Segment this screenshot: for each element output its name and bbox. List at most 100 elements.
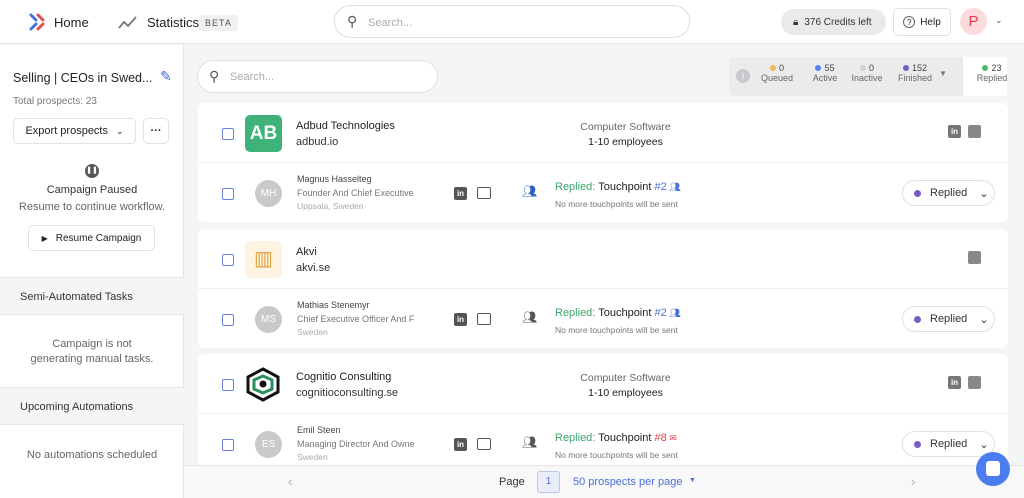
export-prospects-button[interactable]: Export prospects ⌄ xyxy=(13,118,136,144)
company-row: AB Adbud Technologies adbud.io Computer Sof… xyxy=(198,103,1008,163)
linkedin-icon[interactable]: in xyxy=(948,125,961,138)
linkedin-icon[interactable]: in xyxy=(454,313,467,326)
prospect-avatar: MH xyxy=(255,180,282,207)
company-card: AB Adbud Technologies adbud.io Computer Sof… xyxy=(198,103,1008,222)
touchpoint-status: Replied: Touchpoint #8 ✉ xyxy=(555,432,677,444)
prospect-location: Sweden xyxy=(297,327,328,337)
status-filter-replied[interactable]: 23 Replied xyxy=(974,63,1010,83)
prev-page-icon[interactable]: ‹ xyxy=(288,474,292,489)
company-logo: AB xyxy=(245,115,282,152)
caret-down-icon[interactable]: ▼ xyxy=(939,69,947,78)
company-checkbox[interactable] xyxy=(222,128,234,140)
status-count: 23 xyxy=(974,63,1010,73)
user-avatar[interactable]: P xyxy=(960,8,987,35)
status-dot-icon xyxy=(914,440,921,448)
resume-campaign-button[interactable]: ▶ Resume Campaign xyxy=(28,225,155,251)
touchpoint-number: #8 xyxy=(654,432,667,444)
credits-badge[interactable]: 🔒︎ 376 Credits left xyxy=(781,9,886,35)
linkedin-icon[interactable]: in xyxy=(454,438,467,451)
queued-dot-icon xyxy=(769,65,776,71)
caret-down-icon[interactable]: ▼ xyxy=(689,477,696,484)
prospect-row: MS Mathias Stenemyr Chief Executive Office… xyxy=(198,290,1008,348)
nav-home[interactable]: Home xyxy=(54,15,89,30)
prospect-checkbox[interactable] xyxy=(222,439,234,451)
search-icon: ⚲ xyxy=(347,13,358,29)
prospect-checkbox[interactable] xyxy=(222,188,234,200)
prospect-name[interactable]: Emil Steen xyxy=(297,425,341,435)
prospect-checkbox[interactable] xyxy=(222,314,234,326)
company-name: Adbud Technologies xyxy=(296,120,395,132)
company-checkbox[interactable] xyxy=(222,254,234,266)
chevron-down-icon[interactable]: ⌄ xyxy=(995,15,1003,26)
company-checkbox[interactable] xyxy=(222,379,234,391)
info-icon[interactable]: i xyxy=(736,69,750,83)
next-page-icon[interactable]: › xyxy=(911,474,915,489)
prospect-avatar: MS xyxy=(255,306,282,333)
email-icon[interactable] xyxy=(477,187,491,199)
campaign-sidebar: Selling | CEOs in Swed... ✎ Total prospe… xyxy=(0,45,184,498)
linkedin-icon[interactable]: in xyxy=(948,376,961,389)
prospect-status-dropdown[interactable]: Replied ⌄ xyxy=(902,306,995,332)
semi-tasks-message: Campaign is not xyxy=(52,338,132,350)
replied-label: Replied: xyxy=(555,181,596,193)
status-filter-queued[interactable]: 0 Queued xyxy=(759,63,795,83)
prospect-location: Uppsala, Sweden xyxy=(297,201,364,211)
finished-dot-icon xyxy=(902,65,909,71)
status-filter-finished[interactable]: 152 Finished xyxy=(893,63,937,83)
pause-icon: ❚❚ xyxy=(85,164,99,178)
status-label: Replied xyxy=(930,438,968,450)
people-icon: 👥︎ xyxy=(522,310,538,324)
prospect-status-dropdown[interactable]: Replied ⌄ xyxy=(902,431,995,457)
global-search-input[interactable]: ⚲ Search... xyxy=(334,5,690,38)
status-filter-bar: i 0 Queued 55 Active 0 Inactive 152 Finished 23 R… xyxy=(729,57,1007,96)
page-number-input[interactable]: 1 xyxy=(537,471,560,493)
company-domain[interactable]: akvi.se xyxy=(296,262,330,274)
more-options-button[interactable]: ··· xyxy=(143,118,169,144)
status-count: 152 xyxy=(893,63,937,73)
status-filter-inactive[interactable]: 0 Inactive xyxy=(849,63,885,83)
help-button[interactable]: ? Help xyxy=(893,8,951,36)
status-label: Inactive xyxy=(851,73,883,83)
status-count: 0 xyxy=(759,63,795,73)
per-page-select[interactable]: 50 prospects per page xyxy=(573,476,682,488)
status-count: 0 xyxy=(849,63,885,73)
status-count: 55 xyxy=(807,63,843,73)
prospect-name[interactable]: Mathias Stenemyr xyxy=(297,300,370,310)
nav-statistics[interactable]: Statistics xyxy=(147,15,199,30)
prospect-status-dropdown[interactable]: Replied ⌄ xyxy=(902,180,995,206)
touchpoint-note: No more touchpoints will be sent xyxy=(555,199,678,209)
chevron-down-icon: ⌄ xyxy=(979,313,989,326)
replied-label: Replied: xyxy=(555,432,596,444)
status-count-value: 152 xyxy=(911,63,928,73)
chat-icon xyxy=(986,461,1000,476)
chat-launcher-button[interactable] xyxy=(976,452,1010,486)
company-domain[interactable]: cognitioconsulting.se xyxy=(296,387,398,399)
company-name: Akvi xyxy=(296,246,317,258)
prospect-title: Managing Director And Owne xyxy=(297,439,415,449)
company-card: Cognitio Consulting cognitioconsulting.se… xyxy=(198,354,1008,474)
touchpoint-label: Touchpoint xyxy=(598,181,652,193)
company-industry: Computer Software xyxy=(580,372,671,384)
company-name: Cognitio Consulting xyxy=(296,371,392,383)
linkedin-icon[interactable]: in xyxy=(454,187,467,200)
people-icon: 👥︎ xyxy=(522,435,538,449)
people-icon: 👥︎ xyxy=(666,308,681,318)
touchpoint-status: Replied: Touchpoint #2 👥︎ xyxy=(555,181,681,193)
prospect-name[interactable]: Magnus Hasselteg xyxy=(297,174,372,184)
prospect-avatar: ES xyxy=(255,431,282,458)
prospect-title: Founder And Chief Executive xyxy=(297,188,414,198)
company-website-icon[interactable] xyxy=(968,125,981,138)
email-icon[interactable] xyxy=(477,313,491,325)
status-filter-active[interactable]: 55 Active xyxy=(807,63,843,83)
app-logo-icon[interactable] xyxy=(28,12,46,35)
status-label: Replied xyxy=(930,187,968,199)
people-icon: 👥︎ xyxy=(522,184,538,198)
company-website-icon[interactable] xyxy=(968,376,981,389)
email-icon[interactable] xyxy=(477,438,491,450)
company-row: ▥ Akvi akvi.se xyxy=(198,229,1008,289)
prospect-search-input[interactable]: ⚲ Search... xyxy=(197,60,438,93)
company-domain[interactable]: adbud.io xyxy=(296,136,338,148)
chevron-down-icon: ⌄ xyxy=(116,125,124,136)
company-website-icon[interactable] xyxy=(968,251,981,264)
edit-icon[interactable]: ✎ xyxy=(160,68,172,85)
